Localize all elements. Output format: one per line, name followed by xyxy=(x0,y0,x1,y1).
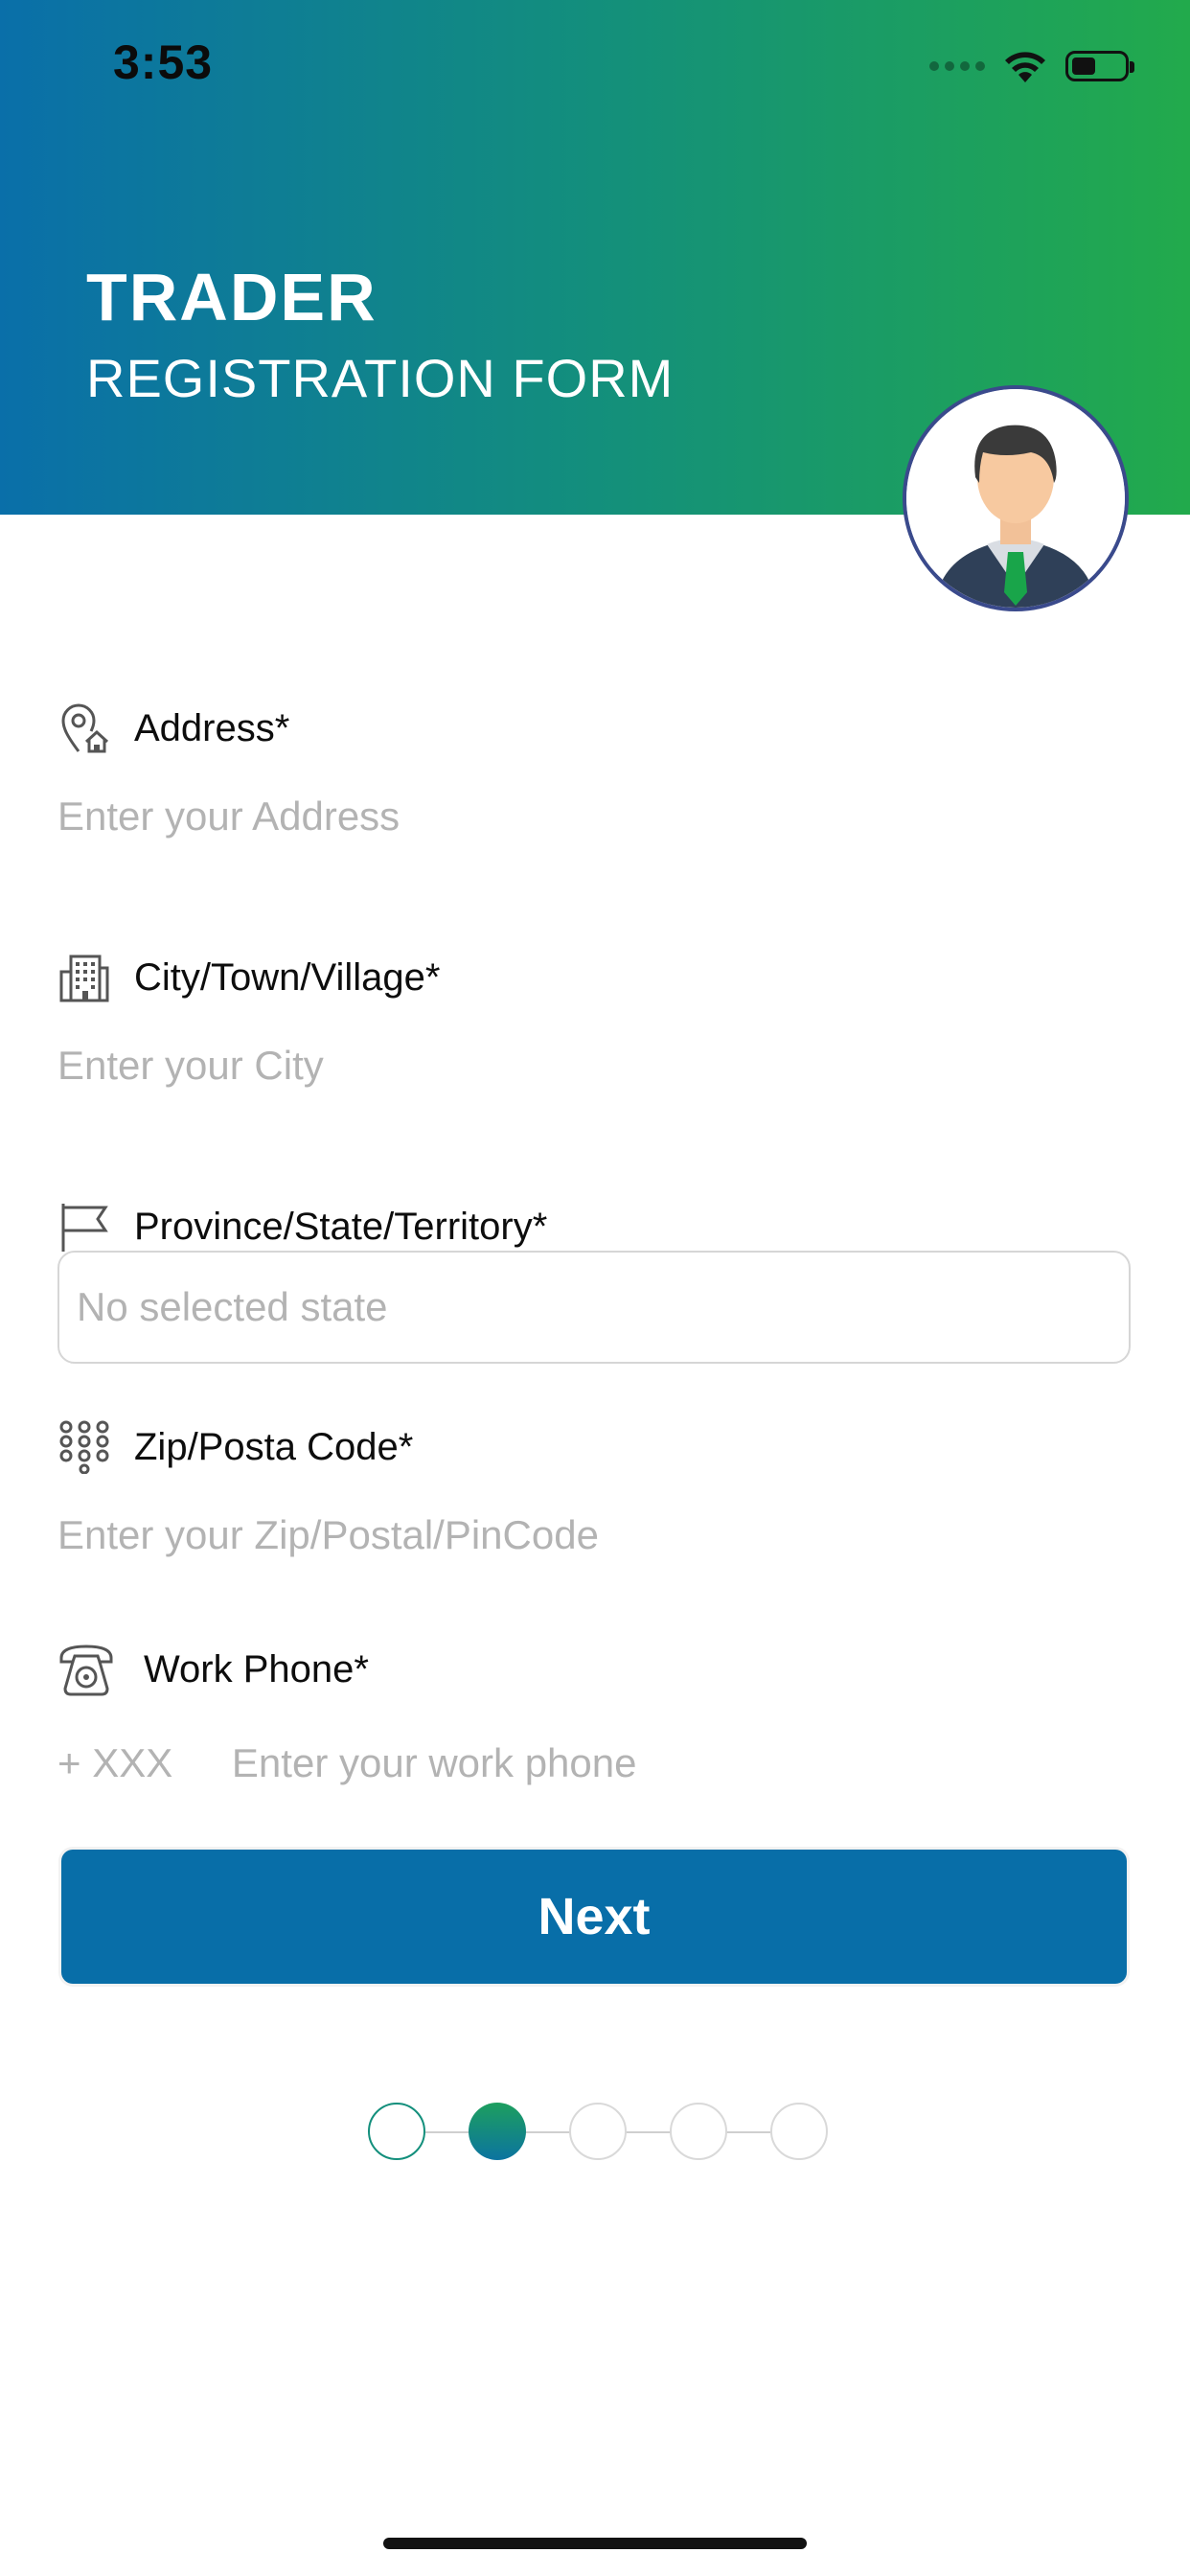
businessman-avatar-icon xyxy=(906,389,1125,608)
next-button[interactable]: Next xyxy=(61,1850,1127,1984)
step-1-indicator xyxy=(368,2103,425,2160)
telephone-icon xyxy=(59,1644,113,1696)
work-phone-input-row: + XXX Enter your work phone xyxy=(57,1736,1133,1790)
city-label: City/Town/Village* xyxy=(134,955,441,999)
step-5-indicator xyxy=(770,2103,828,2160)
home-indicator[interactable] xyxy=(383,2538,807,2549)
step-2-indicator xyxy=(469,2103,526,2160)
building-icon xyxy=(59,954,109,1002)
progress-stepper xyxy=(368,2103,828,2162)
address-field: Address* Enter your Address xyxy=(57,700,1133,843)
city-input[interactable]: Enter your City xyxy=(57,1039,1133,1092)
keypad-icon xyxy=(59,1420,109,1474)
flag-icon xyxy=(61,1204,108,1252)
work-phone-field: Work Phone* + XXX Enter your work phone xyxy=(57,1641,1133,1790)
page-subtitle: REGISTRATION FORM xyxy=(86,348,675,408)
step-4-indicator xyxy=(670,2103,727,2160)
wifi-icon xyxy=(1005,52,1045,82)
province-field: Province/State/Territory* xyxy=(57,1198,1133,1255)
signal-icon xyxy=(929,61,985,71)
page-title: TRADER xyxy=(86,260,378,334)
work-phone-input[interactable]: Enter your work phone xyxy=(232,1740,637,1785)
address-label: Address* xyxy=(134,706,290,749)
address-input[interactable]: Enter your Address xyxy=(57,790,1133,843)
zip-label: Zip/Posta Code* xyxy=(134,1425,414,1468)
work-phone-label: Work Phone* xyxy=(144,1647,369,1690)
zip-field: Zip/Posta Code* Enter your Zip/Postal/Pi… xyxy=(57,1418,1133,1562)
province-select[interactable]: No selected state xyxy=(57,1251,1131,1364)
country-code-input[interactable]: + XXX xyxy=(57,1740,172,1785)
location-home-icon xyxy=(61,703,109,753)
step-3-indicator xyxy=(569,2103,627,2160)
province-label: Province/State/Territory* xyxy=(134,1205,548,1248)
status-icons xyxy=(929,42,1134,90)
zip-input[interactable]: Enter your Zip/Postal/PinCode xyxy=(57,1508,1133,1562)
avatar[interactable] xyxy=(903,385,1129,611)
status-time: 3:53 xyxy=(113,35,214,89)
city-field: City/Town/Village* Enter your City xyxy=(57,949,1133,1092)
battery-icon xyxy=(1065,51,1134,81)
